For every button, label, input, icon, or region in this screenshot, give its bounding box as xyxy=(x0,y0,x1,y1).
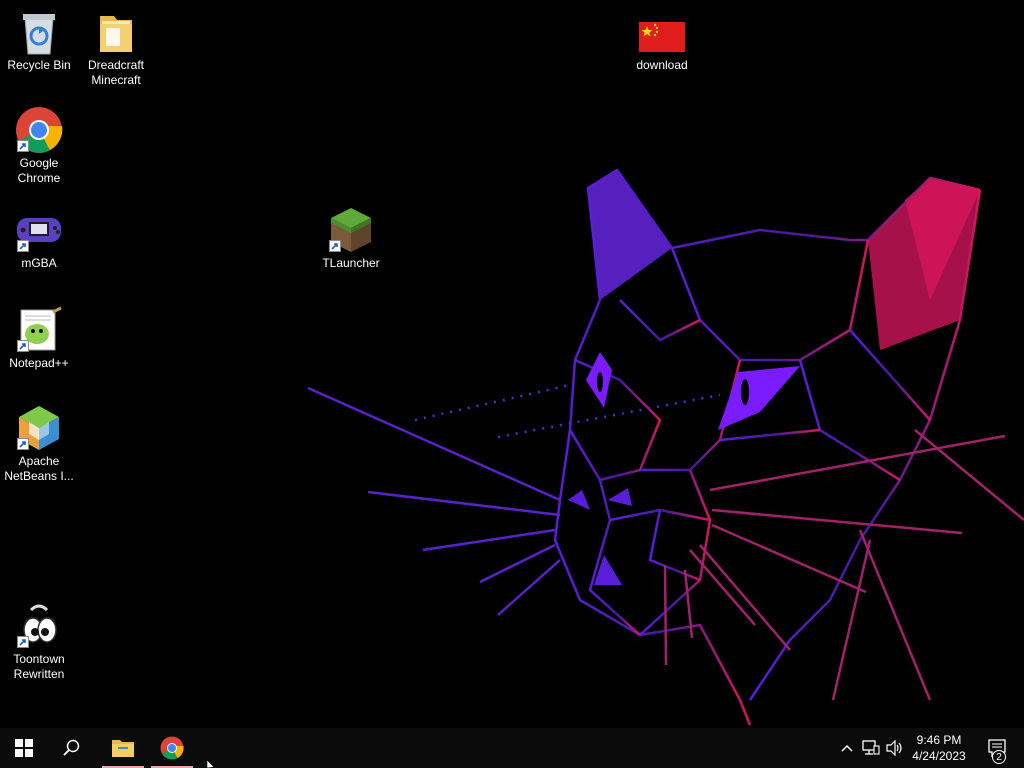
folder-icon xyxy=(92,8,140,56)
china-flag-image-icon xyxy=(638,8,686,56)
folder-icon xyxy=(112,740,134,757)
volume-button[interactable] xyxy=(884,728,906,768)
shortcut-arrow-icon xyxy=(17,636,29,648)
shortcut-arrow-icon xyxy=(17,140,29,152)
start-button[interactable] xyxy=(0,728,48,768)
volume-icon xyxy=(886,740,902,756)
desktop-icon-label: Apache NetBeans I... xyxy=(4,454,74,483)
desktop-icon-download[interactable]: download xyxy=(624,8,700,73)
gameboy-advance-icon xyxy=(15,206,63,254)
desktop-icon-mgba[interactable]: mGBA xyxy=(1,206,77,271)
shortcut-arrow-icon xyxy=(17,240,29,252)
network-button[interactable] xyxy=(860,728,882,768)
taskbar: 9:46 PM 4/24/2023 2 xyxy=(0,728,1024,768)
desktop[interactable]: Recycle Bin Dreadcraft Minecraft downloa xyxy=(0,0,1024,728)
search-icon xyxy=(63,739,80,756)
taskbar-file-explorer[interactable] xyxy=(99,728,147,768)
wallpaper-cat-image xyxy=(307,168,1024,726)
notification-count-badge: 2 xyxy=(992,750,1006,764)
desktop-icon-dreadcraft-minecraft[interactable]: Dreadcraft Minecraft xyxy=(78,8,154,88)
shortcut-arrow-icon xyxy=(17,340,29,352)
desktop-icon-label: Recycle Bin xyxy=(7,58,71,72)
desktop-icon-label: Toontown Rewritten xyxy=(13,652,65,681)
clock-time: 9:46 PM xyxy=(916,733,962,747)
desktop-icon-label: TLauncher xyxy=(322,256,380,270)
desktop-icon-label: mGBA xyxy=(21,256,57,270)
netbeans-cube-icon xyxy=(15,404,63,452)
desktop-icon-label: Notepad++ xyxy=(9,356,69,370)
mouse-cursor-icon xyxy=(207,760,215,768)
desktop-icon-tlauncher[interactable]: TLauncher xyxy=(313,206,389,271)
recycle-bin-icon xyxy=(15,8,63,56)
chevron-up-icon xyxy=(841,744,853,752)
chrome-icon xyxy=(160,736,184,760)
taskbar-google-chrome[interactable] xyxy=(148,728,196,768)
show-hidden-icons-button[interactable] xyxy=(836,728,858,768)
toontown-icon xyxy=(15,602,63,650)
notepad-plus-plus-icon xyxy=(15,306,63,354)
desktop-icon-label: download xyxy=(636,58,688,72)
desktop-icon-label: Google Chrome xyxy=(17,156,61,185)
desktop-icon-google-chrome[interactable]: Google Chrome xyxy=(1,106,77,186)
search-button[interactable] xyxy=(48,728,96,768)
desktop-icon-apache-netbeans[interactable]: Apache NetBeans I... xyxy=(1,404,77,484)
desktop-icon-notepad-plus-plus[interactable]: Notepad++ xyxy=(1,306,77,371)
clock-date: 4/24/2023 xyxy=(912,749,966,763)
desktop-icon-label: Dreadcraft Minecraft xyxy=(87,58,145,87)
desktop-icon-recycle-bin[interactable]: Recycle Bin xyxy=(1,8,77,73)
shortcut-arrow-icon xyxy=(17,438,29,450)
clock-button[interactable]: 9:46 PM 4/24/2023 xyxy=(906,732,972,764)
network-icon xyxy=(862,740,880,755)
chrome-icon xyxy=(15,106,63,154)
shortcut-arrow-icon xyxy=(329,240,341,252)
minecraft-grass-block-icon xyxy=(327,206,375,254)
desktop-icon-toontown-rewritten[interactable]: Toontown Rewritten xyxy=(1,602,77,682)
windows-start-icon xyxy=(15,739,33,757)
